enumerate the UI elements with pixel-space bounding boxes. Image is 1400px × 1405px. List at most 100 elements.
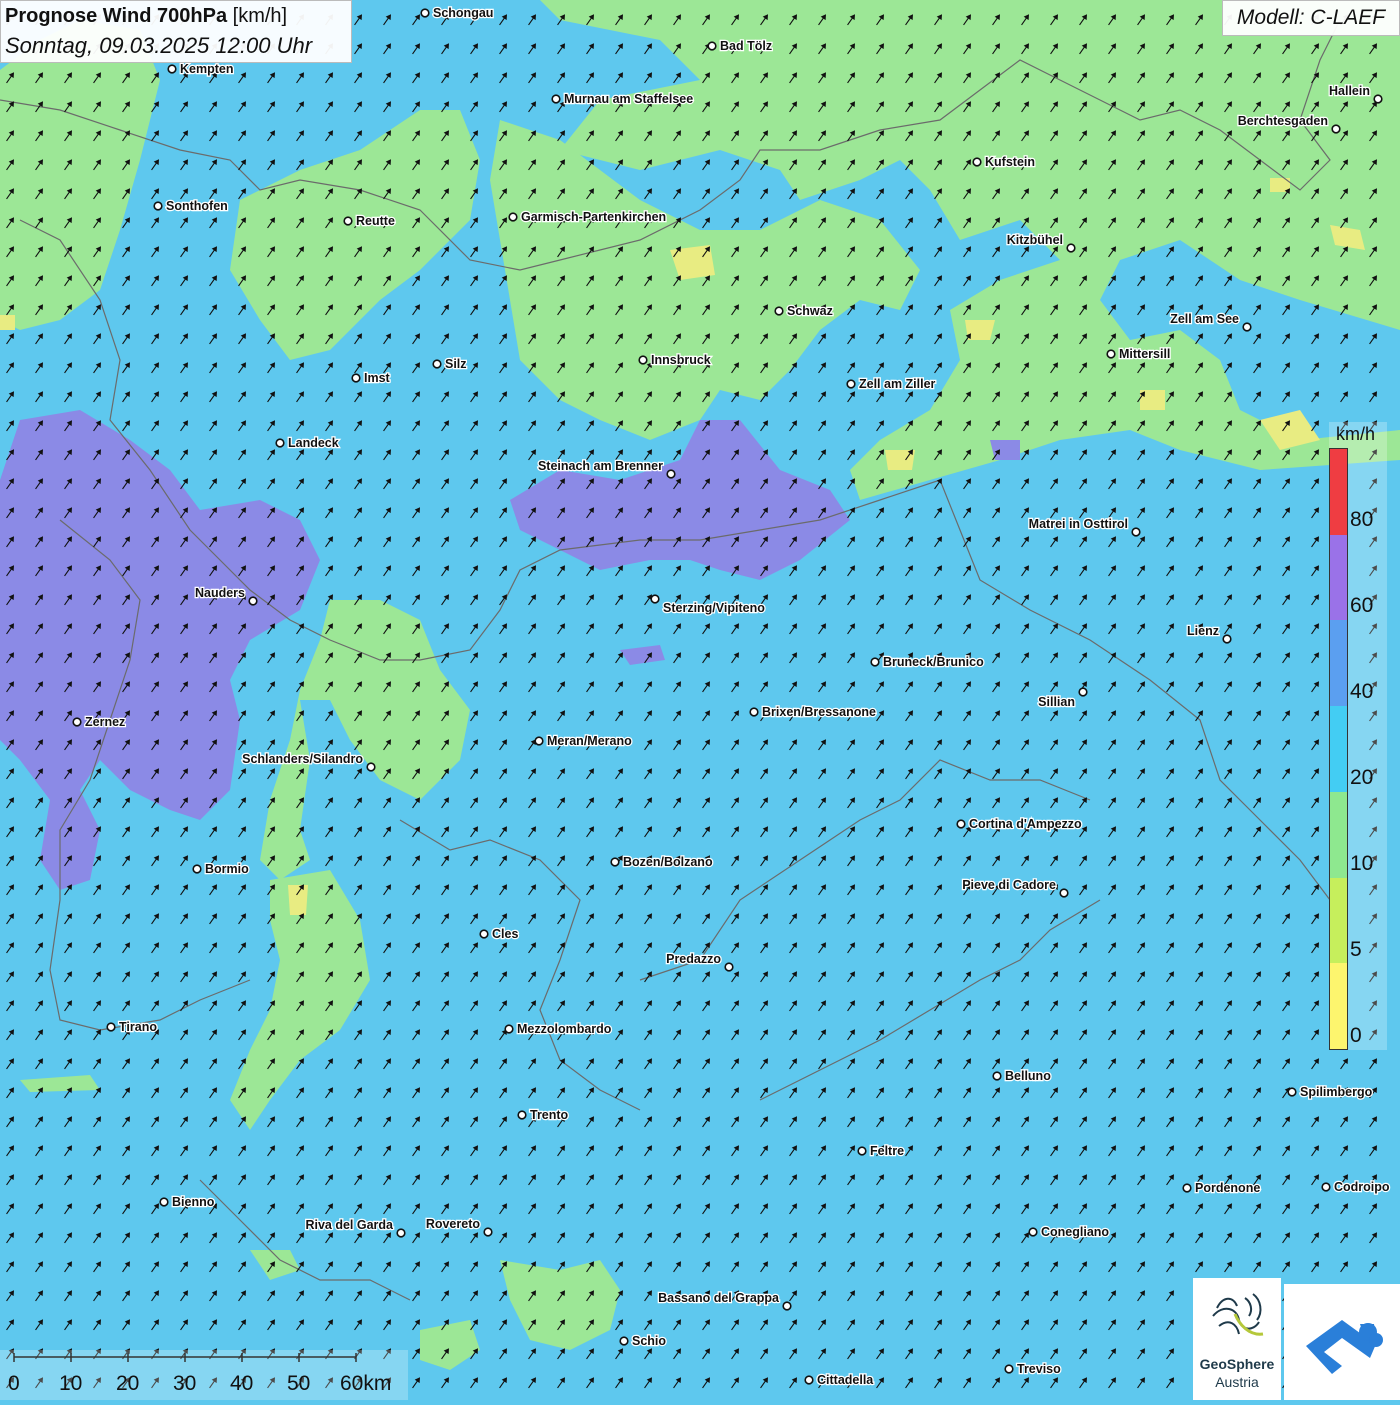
city-label: Sterzing/Vipiteno	[663, 601, 765, 615]
scale-label-0: 0	[8, 1372, 20, 1395]
city-pordenone: Pordenone	[1182, 1180, 1262, 1196]
city-label: Cittadella	[817, 1373, 874, 1387]
city-label: Pieve di Cadore	[962, 878, 1056, 892]
wind-map[interactable]: Schongau Kempten Bad Tölz Murnau am Staffel…	[0, 0, 1400, 1400]
scale-label-20: 20	[116, 1372, 140, 1395]
city-dot-icon	[1131, 527, 1141, 537]
city-dot-icon	[366, 762, 376, 772]
city-label: Predazzo	[666, 952, 721, 966]
city-label: Cortina d'Ampezzo	[969, 817, 1082, 831]
city-dot-icon	[1242, 322, 1252, 332]
city-spilimbergo: Spilimbergo	[1287, 1084, 1374, 1100]
city-label: Sonthofen	[166, 199, 228, 213]
city-label: Cles	[492, 927, 518, 941]
model-label: Modell: C-LAEF	[1222, 0, 1400, 36]
city-label: Belluno	[1005, 1069, 1051, 1083]
legend-unit: km/h	[1336, 424, 1376, 444]
city-dot-icon	[479, 929, 489, 939]
city-cortina-d-ampezzo: Cortina d'Ampezzo	[956, 816, 1083, 832]
scale-label-60km: 60km	[340, 1372, 392, 1395]
geosphere-emblem-icon	[1212, 1293, 1264, 1336]
cloud-arrow-icon	[1306, 1320, 1383, 1374]
city-label: Bormio	[205, 862, 249, 876]
city-dot-icon	[351, 373, 361, 383]
legend-color-step	[1330, 877, 1347, 964]
city-dot-icon	[504, 1024, 514, 1034]
weather-app-logo[interactable]	[1284, 1284, 1400, 1400]
city-label: Pordenone	[1195, 1181, 1260, 1195]
city-dot-icon	[1321, 1182, 1331, 1192]
city-dot-icon	[248, 596, 258, 606]
city-label: Imst	[364, 371, 391, 385]
city-label: Zell am See	[1170, 312, 1239, 326]
city-dot-icon	[638, 355, 648, 365]
city-label: Riva del Garda	[305, 1218, 394, 1232]
scale-label-30: 30	[173, 1372, 197, 1395]
city-label: Conegliano	[1041, 1225, 1109, 1239]
legend-tick-60: 60	[1350, 594, 1374, 617]
city-label: Matrei in Osttirol	[1029, 517, 1128, 531]
city-label: Sillian	[1038, 695, 1075, 709]
scale-label-10: 10	[59, 1372, 83, 1395]
city-dot-icon	[106, 1022, 116, 1032]
city-dot-icon	[1331, 124, 1341, 134]
city-dot-icon	[275, 438, 285, 448]
geosphere-logo[interactable]: GeoSphere Austria	[1193, 1278, 1281, 1400]
city-dot-icon	[1222, 634, 1232, 644]
city-dot-icon	[619, 1336, 629, 1346]
map-title: Prognose Wind 700hPa [km/h]	[5, 5, 287, 28]
city-dot-icon	[749, 707, 759, 717]
geosphere-country: Austria	[1215, 1374, 1259, 1390]
city-dot-icon	[724, 962, 734, 972]
legend-color-step	[1330, 449, 1347, 535]
city-dot-icon	[1287, 1087, 1297, 1097]
legend-color-step	[1330, 620, 1347, 707]
city-label: Bozen/Bolzano	[623, 855, 713, 869]
city-label: Bruneck/Brunico	[883, 655, 984, 669]
city-label: Brixen/Bressanone	[762, 705, 876, 719]
city-label: Kufstein	[985, 155, 1035, 169]
city-dot-icon	[956, 819, 966, 829]
legend-tick-10: 10	[1350, 852, 1374, 875]
city-label: Bassano del Grappa	[658, 1291, 780, 1305]
city-dot-icon	[707, 41, 717, 51]
city-label: Nauders	[195, 586, 245, 600]
city-dot-icon	[1106, 349, 1116, 359]
city-dot-icon	[159, 1197, 169, 1207]
city-dot-icon	[666, 469, 676, 479]
city-dot-icon	[432, 359, 442, 369]
city-label: Schwaz	[787, 304, 833, 318]
legend-tick-20: 20	[1350, 766, 1374, 789]
city-label: Schio	[632, 1334, 666, 1348]
city-dot-icon	[1028, 1227, 1038, 1237]
city-dot-icon	[1066, 243, 1076, 253]
city-dot-icon	[483, 1227, 493, 1237]
title-text: Prognose Wind 700hPa	[5, 5, 228, 27]
city-dot-icon	[167, 64, 177, 74]
city-label: Kempten	[180, 62, 233, 76]
city-label: Schlanders/Silandro	[242, 752, 363, 766]
city-label: Bad Tölz	[720, 39, 772, 53]
city-label: Feltre	[870, 1144, 904, 1158]
city-label: Kitzbühel	[1007, 233, 1063, 247]
city-dot-icon	[396, 1228, 406, 1238]
city-label: Mezzolombardo	[517, 1022, 612, 1036]
city-dot-icon	[782, 1301, 792, 1311]
city-dot-icon	[972, 157, 982, 167]
city-dot-icon	[551, 94, 561, 104]
city-label: Lienz	[1187, 624, 1219, 638]
city-label: Tirano	[119, 1020, 157, 1034]
city-label: Murnau am Staffelsee	[564, 92, 693, 106]
city-sonthofen: Sonthofen	[153, 198, 229, 214]
city-dot-icon	[1182, 1183, 1192, 1193]
legend-tick-40: 40	[1350, 680, 1374, 703]
city-dot-icon	[857, 1146, 867, 1156]
city-conegliano: Conegliano	[1028, 1224, 1111, 1240]
city-label: Treviso	[1017, 1362, 1061, 1376]
city-brixen-bressanone: Brixen/Bressanone	[749, 704, 877, 720]
city-label: Mittersill	[1119, 347, 1170, 361]
title-unit: [km/h]	[232, 5, 288, 27]
city-dot-icon	[72, 717, 82, 727]
city-label: Trento	[530, 1108, 569, 1122]
city-dot-icon	[1004, 1364, 1014, 1374]
